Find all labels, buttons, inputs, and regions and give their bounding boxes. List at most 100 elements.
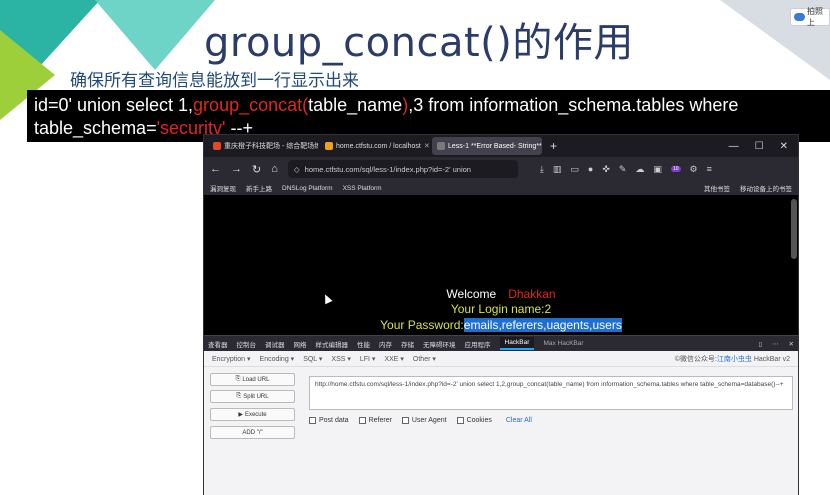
download-icon[interactable]: ⤓ [540, 164, 544, 175]
checkbox-icon [358, 417, 366, 424]
maximize-button[interactable]: ☐ [755, 141, 764, 152]
menu-xss[interactable]: XSS ▾ [331, 355, 350, 363]
puzzle-icon[interactable]: ✜ [602, 164, 610, 175]
more-options-icon[interactable]: ⋯ [772, 340, 779, 348]
browser-window: 重庆橙子科技靶场 - 综合靶场练习 ✕ home.ctfstu.com / lo… [203, 134, 799, 495]
devtools-tab-inspector[interactable]: 查看器 [208, 339, 228, 349]
close-devtools-icon[interactable]: ✕ [789, 340, 794, 348]
mobile-bookmarks[interactable]: 移动设备上的书签 [740, 183, 792, 193]
devtools-controls: ▯ ⋯ ✕ [758, 340, 794, 348]
shield-icon: ◇ [293, 164, 300, 174]
devtools-tab-style-editor[interactable]: 样式编辑器 [316, 339, 349, 349]
bookmark-item[interactable]: XSS Platform [343, 185, 382, 192]
tools-icon[interactable]: ✎ [619, 164, 627, 175]
slide-title: group_concat()的作用 [204, 20, 634, 66]
hackbar-url-textarea[interactable]: http://home.ctfstu.com/sql/less-1/index.… [309, 376, 793, 410]
checkbox-icon [401, 417, 409, 424]
username-text: Dhakkan [508, 287, 556, 301]
devtools-tab-debugger[interactable]: 调试器 [265, 339, 285, 349]
devtools-tab-memory[interactable]: 内存 [379, 339, 392, 349]
navigation-bar: ← → ↻ ⌂ ◇ home.ctfstu.com/sql/less-1/ind… [204, 157, 798, 181]
cloud-upload-badge[interactable]: 拍照上 [790, 7, 830, 27]
menu-other[interactable]: Other ▾ [413, 355, 436, 363]
forward-icon[interactable]: → [231, 163, 242, 175]
cloud-icon[interactable]: ☁ [635, 164, 644, 175]
checkbox-label: User Agent [411, 417, 447, 424]
sql-line-1: id=0' union select 1,group_concat(table_… [34, 94, 823, 117]
tab-label: 重庆橙子科技靶场 - 综合靶场练习 [224, 143, 318, 150]
slide-subtitle: 确保所有查询信息能放到一行显示出来 [70, 71, 359, 91]
devtools-tab-hackbar[interactable]: HackBar [499, 337, 535, 350]
login-name-line: Your Login name:2 [450, 302, 552, 316]
split-url-label: Split URL [243, 393, 269, 400]
close-tab-icon[interactable]: ✕ [424, 142, 430, 150]
checkbox-label: Post data [319, 417, 349, 424]
back-icon[interactable]: ← [210, 163, 221, 175]
checkbox-icon [309, 417, 316, 424]
browser-tab[interactable]: home.ctfstu.com / localhost ✕ [320, 137, 430, 155]
sql-text: ,3 from information_schema.tables where [408, 95, 739, 115]
checkbox-label: Cookies [466, 417, 492, 424]
close-window-button[interactable]: ✕ [780, 141, 788, 152]
load-url-icon: ⎘ [235, 376, 241, 382]
cookies-checkbox[interactable]: Cookies [456, 417, 492, 424]
split-url-icon: ⎘ [236, 393, 242, 399]
user-agent-checkbox[interactable]: User Agent [401, 417, 447, 424]
addon-icon[interactable]: ▣ [653, 164, 662, 175]
tab-favicon-icon [437, 142, 445, 150]
devtools-tab-console[interactable]: 控制台 [237, 339, 257, 349]
reload-icon[interactable]: ↻ [252, 163, 261, 176]
menu-lfi[interactable]: LFI ▾ [360, 355, 376, 363]
minimize-button[interactable]: — [729, 141, 739, 152]
extension-icon[interactable]: ● [588, 164, 593, 174]
password-label: Your Password: [380, 318, 464, 332]
tab-favicon-icon [325, 142, 333, 150]
add-slash-button[interactable]: ADD "/" [210, 426, 295, 439]
referer-checkbox[interactable]: Referer [358, 417, 392, 424]
checkbox-icon [456, 417, 464, 424]
dock-icon[interactable]: ▯ [758, 340, 762, 348]
bookmarks-right: 其他书签 移动设备上的书签 [704, 183, 792, 193]
bookmark-item[interactable]: 新手上路 [246, 183, 272, 193]
devtools-tab-network[interactable]: 网络 [294, 339, 307, 349]
toolbar-icons: ⤓ ▥ ▭ ● ✜ ✎ ☁ ▣ 10 ⚙ ≡ [540, 164, 712, 175]
credit-suffix: HackBar v2 [751, 355, 790, 363]
home-icon[interactable]: ⌂ [271, 163, 278, 175]
tab-favicon-icon [213, 142, 221, 150]
devtools-tab-storage[interactable]: 存储 [401, 339, 414, 349]
menu-encoding[interactable]: Encoding ▾ [260, 355, 295, 363]
devtools-tab-performance[interactable]: 性能 [357, 339, 370, 349]
library-icon[interactable]: ▥ [553, 164, 562, 175]
cloud-icon [794, 13, 805, 21]
execute-button[interactable]: ▶ Execute [210, 408, 295, 421]
menu-sql[interactable]: SQL ▾ [303, 355, 322, 363]
browser-tab[interactable]: 重庆橙子科技靶场 - 综合靶场练习 ✕ [208, 137, 318, 155]
hackbar-credit: ©微信公众号:江南小虫虫 HackBar v2 [675, 354, 790, 364]
post-data-checkbox[interactable]: Post data [309, 417, 349, 424]
url-text: home.ctfstu.com/sql/less-1/index.php?id=… [304, 164, 471, 174]
sql-text: table_name [308, 95, 403, 115]
menu-icon[interactable]: ≡ [707, 164, 712, 174]
load-url-button[interactable]: ⎘ Load URL [210, 373, 295, 386]
welcome-line: Welcome Dhakkan [204, 287, 798, 301]
menu-xxe[interactable]: XXE ▾ [384, 355, 403, 363]
clear-all-link[interactable]: Clear All [506, 417, 532, 424]
address-bar[interactable]: ◇ home.ctfstu.com/sql/less-1/index.php?i… [287, 160, 518, 178]
scrollbar[interactable] [791, 199, 797, 259]
devtools-tabbar: 查看器 控制台 调试器 网络 样式编辑器 性能 内存 存储 无障碍环境 应用程序… [204, 335, 798, 351]
settings-icon[interactable]: ⚙ [690, 164, 698, 175]
devtools-tab-application[interactable]: 应用程序 [465, 339, 491, 349]
bookmark-item[interactable]: DNSLog Platform [282, 185, 333, 192]
screenshot-icon[interactable]: ▭ [570, 164, 579, 175]
execute-icon: ▶ [238, 412, 243, 418]
bookmark-item[interactable]: 漏洞复现 [210, 183, 236, 193]
tab-strip: 重庆橙子科技靶场 - 综合靶场练习 ✕ home.ctfstu.com / lo… [204, 135, 798, 157]
devtools-tab-max-hackbar[interactable]: Max HacKBar [543, 340, 583, 347]
menu-encryption[interactable]: Encryption ▾ [212, 355, 251, 363]
browser-tab-active[interactable]: Less-1 **Error Based- String** ✕ [432, 137, 542, 155]
welcome-text: Welcome [446, 287, 497, 301]
split-url-button[interactable]: ⎘ Split URL [210, 390, 295, 403]
other-bookmarks[interactable]: 其他书签 [704, 183, 730, 193]
devtools-tab-accessibility[interactable]: 无障碍环境 [423, 339, 456, 349]
new-tab-button[interactable]: + [544, 139, 563, 153]
